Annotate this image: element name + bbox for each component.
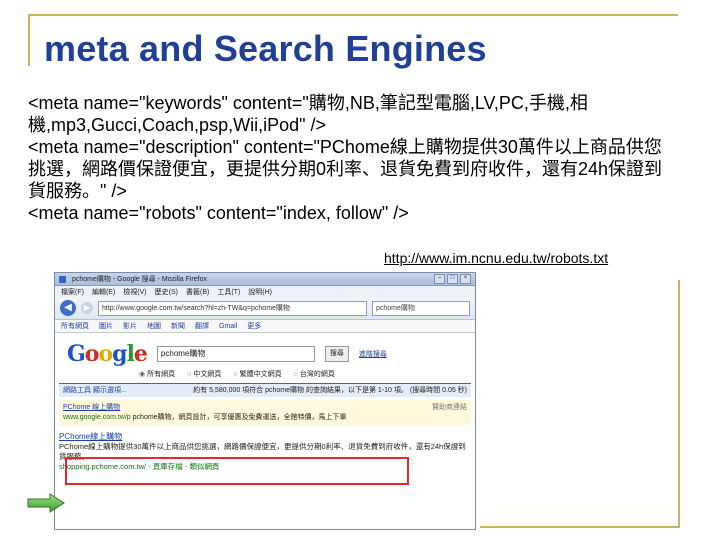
menu-tools[interactable]: 工具(T): [217, 287, 240, 297]
back-arrow-icon[interactable]: ◀: [60, 300, 76, 316]
results-count: 約有 5,580,000 項符合 pchome購物 的查詢結果，以下是第 1-1…: [193, 387, 467, 394]
google-results-page: Google pchome購物 搜尋 進階搜尋 所有網頁 中文網頁 繁體中文網頁…: [55, 333, 475, 529]
slide-body: <meta name="keywords" content="購物,NB,筆記型…: [28, 92, 678, 224]
browser-screenshot: pchome購物 - Google 搜尋 - Mozilla Firefox –…: [54, 272, 476, 530]
ad-title-link[interactable]: PChome 線上購物: [63, 403, 467, 413]
google-query-input[interactable]: pchome購物: [156, 346, 315, 362]
nav-news[interactable]: 新聞: [171, 321, 185, 331]
nav-video[interactable]: 影片: [123, 321, 137, 331]
browser-menubar: 檔案(F) 編輯(E) 檢視(V) 歷史(S) 書籤(B) 工具(T) 說明(H…: [55, 286, 475, 297]
meta-robots-line: <meta name="robots" content="index, foll…: [28, 203, 409, 223]
radio-taiwan[interactable]: 台灣的網頁: [294, 369, 335, 379]
radio-all-web[interactable]: 所有網頁: [139, 369, 175, 379]
meta-keywords-line: <meta name="keywords" content="購物,NB,筆記型…: [28, 93, 588, 135]
ad-url: www.google.com.tw/p: [63, 414, 131, 421]
window-controls: – □ ×: [434, 274, 471, 284]
firefox-icon: [59, 275, 66, 283]
google-topnav: 所有網頁 圖片 影片 地圖 新聞 翻譯 Gmail 更多: [55, 320, 475, 333]
radio-traditional[interactable]: 繁體中文網頁: [233, 369, 282, 379]
browser-titlebar: pchome購物 - Google 搜尋 - Mozilla Firefox –…: [55, 273, 475, 286]
google-header: Google pchome購物 搜尋 進階搜尋: [55, 333, 475, 369]
nav-images[interactable]: 圖片: [99, 321, 113, 331]
frame-top-rule: [28, 14, 678, 16]
ad-text: pchome購物，網頁設計，可享優惠及免費運送，全館特價，馬上下單: [132, 414, 347, 421]
google-search-button[interactable]: 搜尋: [324, 346, 349, 362]
robots-txt-link[interactable]: http://www.im.ncnu.edu.tw/robots.txt: [384, 250, 608, 266]
result-title-link[interactable]: PChome線上購物: [59, 432, 471, 442]
menu-history[interactable]: 歷史(S): [155, 287, 178, 297]
nav-more[interactable]: 更多: [247, 321, 261, 331]
close-icon[interactable]: ×: [460, 274, 471, 284]
address-bar[interactable]: http://www.google.com.tw/search?hl=zh-TW…: [98, 300, 367, 316]
highlight-box: [65, 457, 409, 485]
browser-navbar: ◀ ▶ http://www.google.com.tw/search?hl=z…: [55, 297, 475, 320]
window-title: pchome購物 - Google 搜尋 - Mozilla Firefox: [72, 276, 207, 283]
minimize-icon[interactable]: –: [434, 274, 445, 284]
nav-gmail[interactable]: Gmail: [219, 323, 237, 330]
slide-title: meta and Search Engines: [44, 28, 487, 69]
frame-bottom-rule: [480, 526, 680, 528]
forward-arrow-icon[interactable]: ▶: [81, 302, 93, 314]
menu-view[interactable]: 檢視(V): [123, 287, 146, 297]
maximize-icon[interactable]: □: [447, 274, 458, 284]
google-logo[interactable]: Google: [67, 341, 148, 367]
browser-search-box[interactable]: pchome購物: [372, 300, 470, 316]
meta-description-line: <meta name="description" content="PChome…: [28, 137, 663, 201]
advanced-search-link[interactable]: 進階搜尋: [359, 349, 387, 359]
frame-left-rule: [28, 14, 30, 66]
radio-chinese[interactable]: 中文網頁: [187, 369, 221, 379]
frame-right-rule: [678, 280, 680, 526]
sponsored-result: 贊助商連結 PChome 線上購物 www.google.com.tw/p pc…: [59, 400, 471, 426]
nav-maps[interactable]: 地圖: [147, 321, 161, 331]
results-stats-bar: 網路工具 顯示選項... 約有 5,580,000 項符合 pchome購物 的…: [59, 383, 471, 397]
web-tools-link[interactable]: 網路工具 顯示選項...: [63, 384, 127, 397]
menu-file[interactable]: 檔案(F): [61, 287, 84, 297]
menu-bookmarks[interactable]: 書籤(B): [186, 287, 209, 297]
menu-help[interactable]: 說明(H): [248, 287, 272, 297]
nav-translate[interactable]: 翻譯: [195, 321, 209, 331]
menu-edit[interactable]: 編輯(E): [92, 287, 115, 297]
green-arrow-icon: [27, 493, 65, 513]
sponsored-label: 贊助商連結: [432, 404, 467, 411]
search-scope-radios: 所有網頁 中文網頁 繁體中文網頁 台灣的網頁: [55, 369, 475, 379]
nav-web[interactable]: 所有網頁: [61, 321, 89, 331]
